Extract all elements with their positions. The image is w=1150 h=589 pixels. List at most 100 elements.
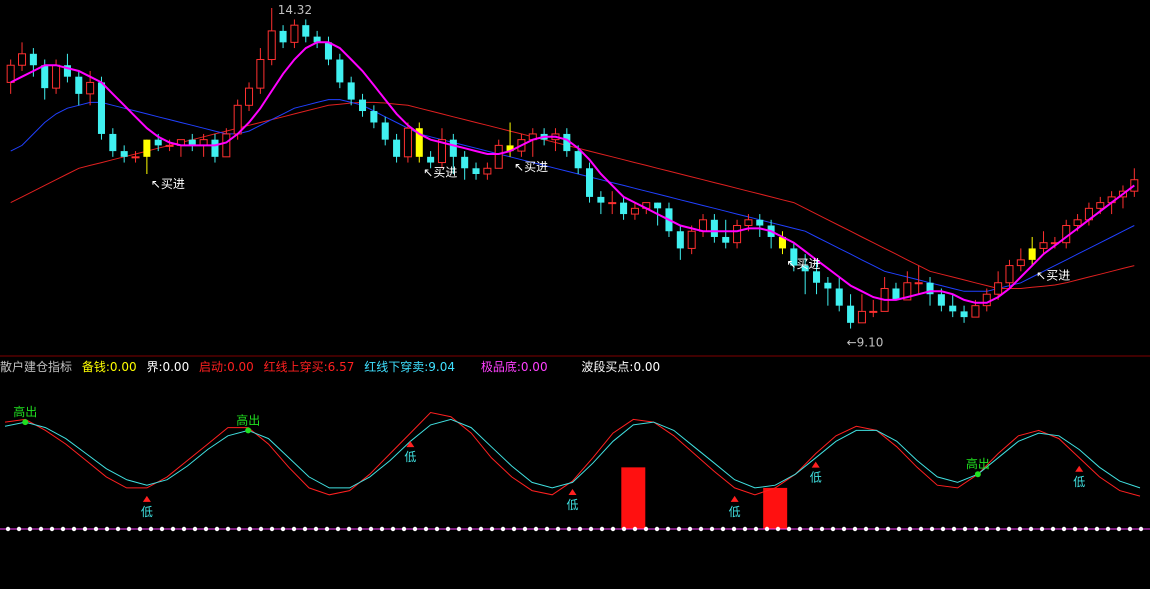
candle-body bbox=[857, 310, 866, 324]
indicator-chart: 高出高出高出高出低低低低低低 bbox=[0, 404, 1150, 532]
baseline-dot bbox=[1039, 526, 1045, 532]
candle-body bbox=[710, 219, 718, 237]
price-chart: ↖买进 ↖买进 ↖买进 ↖买进 ↖买进 14.32 ←9.10 bbox=[0, 3, 1150, 357]
baseline-dot bbox=[951, 526, 957, 532]
baseline-dot bbox=[269, 526, 275, 532]
low-label: 低 bbox=[404, 450, 416, 464]
baseline-dot bbox=[1028, 526, 1034, 532]
baseline-dot bbox=[324, 526, 330, 532]
baseline-dot bbox=[698, 526, 704, 532]
low-label: 低 bbox=[567, 498, 579, 512]
candle-body bbox=[949, 305, 957, 312]
baseline-dot bbox=[170, 526, 176, 532]
baseline-dot bbox=[1017, 526, 1023, 532]
low-arrow bbox=[142, 495, 151, 502]
max-price-label: 14.32 bbox=[278, 3, 312, 17]
candle-body bbox=[982, 293, 991, 307]
candle-body bbox=[143, 139, 151, 157]
baseline-dot bbox=[456, 526, 462, 532]
candle-body bbox=[699, 219, 708, 232]
ma-mid-line bbox=[10, 99, 1135, 292]
candle-body bbox=[847, 305, 855, 323]
indicator-line-0 bbox=[4, 411, 1141, 497]
candle-body bbox=[393, 139, 401, 157]
candle-body bbox=[574, 151, 582, 169]
candle-body bbox=[630, 207, 639, 215]
baseline-dot bbox=[599, 526, 605, 532]
baseline-dot bbox=[489, 526, 495, 532]
candle-body bbox=[279, 30, 287, 43]
baseline-dot bbox=[654, 526, 660, 532]
candle-body bbox=[461, 156, 469, 169]
baseline-dot bbox=[1050, 526, 1056, 532]
baseline-dot bbox=[665, 526, 671, 532]
baseline-dot bbox=[797, 526, 803, 532]
baseline-dot bbox=[467, 526, 473, 532]
signal-bar bbox=[621, 467, 646, 529]
candle-body bbox=[120, 151, 128, 157]
low-arrow bbox=[568, 489, 577, 496]
indicator-value-jie: 界:0.00 bbox=[146, 360, 190, 374]
high-mark bbox=[974, 471, 981, 478]
baseline-dot bbox=[412, 526, 418, 532]
baseline-dot bbox=[588, 526, 594, 532]
candle-body bbox=[1039, 242, 1048, 249]
baseline-dot bbox=[940, 526, 946, 532]
candle-body bbox=[586, 168, 594, 197]
buy-label: ↖买进 bbox=[786, 257, 820, 271]
indicator-value-qidong: 启动:0.00 bbox=[199, 360, 254, 374]
low-label: 低 bbox=[141, 505, 153, 519]
indicator-value-boduan: 波段买点:0.00 bbox=[581, 360, 661, 374]
baseline-dot bbox=[874, 526, 880, 532]
indicator-line-1 bbox=[4, 418, 1141, 489]
min-price-label: ←9.10 bbox=[847, 336, 884, 350]
baseline-dot bbox=[335, 526, 341, 532]
candle-body bbox=[744, 219, 753, 227]
candle-body bbox=[211, 139, 219, 157]
candle-body bbox=[733, 225, 742, 244]
baseline-dot bbox=[302, 526, 308, 532]
baseline-dot bbox=[71, 526, 77, 532]
candle-body bbox=[97, 82, 105, 134]
candle-body bbox=[222, 133, 231, 158]
high-label: 高出 bbox=[13, 404, 37, 419]
candle-body bbox=[483, 167, 492, 175]
baseline-dot bbox=[16, 526, 22, 532]
baseline-dot bbox=[115, 526, 121, 532]
candle-body bbox=[347, 82, 355, 100]
baseline-dot bbox=[291, 526, 297, 532]
candle-body bbox=[835, 288, 843, 306]
baseline-dot bbox=[104, 526, 110, 532]
baseline-dot bbox=[38, 526, 44, 532]
baseline-dot bbox=[1127, 526, 1133, 532]
baseline-dot bbox=[1094, 526, 1100, 532]
baseline-dot bbox=[346, 526, 352, 532]
candle-body bbox=[472, 168, 480, 174]
candle-body bbox=[756, 219, 764, 226]
candle-body bbox=[449, 139, 457, 157]
candle-body bbox=[676, 231, 684, 249]
indicator-value-beiqian: 备钱:0.00 bbox=[81, 360, 137, 374]
baseline-dot bbox=[841, 526, 847, 532]
candle-body bbox=[336, 59, 344, 83]
indicator-value-jipindi: 极品底:0.00 bbox=[480, 360, 548, 374]
baseline-dot bbox=[830, 526, 836, 532]
baseline-dot bbox=[423, 526, 429, 532]
baseline-dot bbox=[819, 526, 825, 532]
baseline-dot bbox=[852, 526, 858, 532]
baseline-dot bbox=[896, 526, 902, 532]
baseline-dot bbox=[60, 526, 66, 532]
baseline-dot bbox=[676, 526, 682, 532]
candle-body bbox=[994, 282, 1003, 295]
candle-body bbox=[245, 87, 254, 106]
baseline-dot bbox=[247, 526, 253, 532]
candle-body bbox=[892, 288, 900, 300]
candle-body bbox=[302, 25, 310, 37]
baseline-dot bbox=[918, 526, 924, 532]
candle-body bbox=[403, 127, 412, 158]
baseline-dot bbox=[1138, 526, 1144, 532]
baseline-dot bbox=[731, 526, 737, 532]
candle-body bbox=[6, 64, 15, 83]
baseline-dot bbox=[511, 526, 517, 532]
low-label: 低 bbox=[729, 505, 741, 519]
